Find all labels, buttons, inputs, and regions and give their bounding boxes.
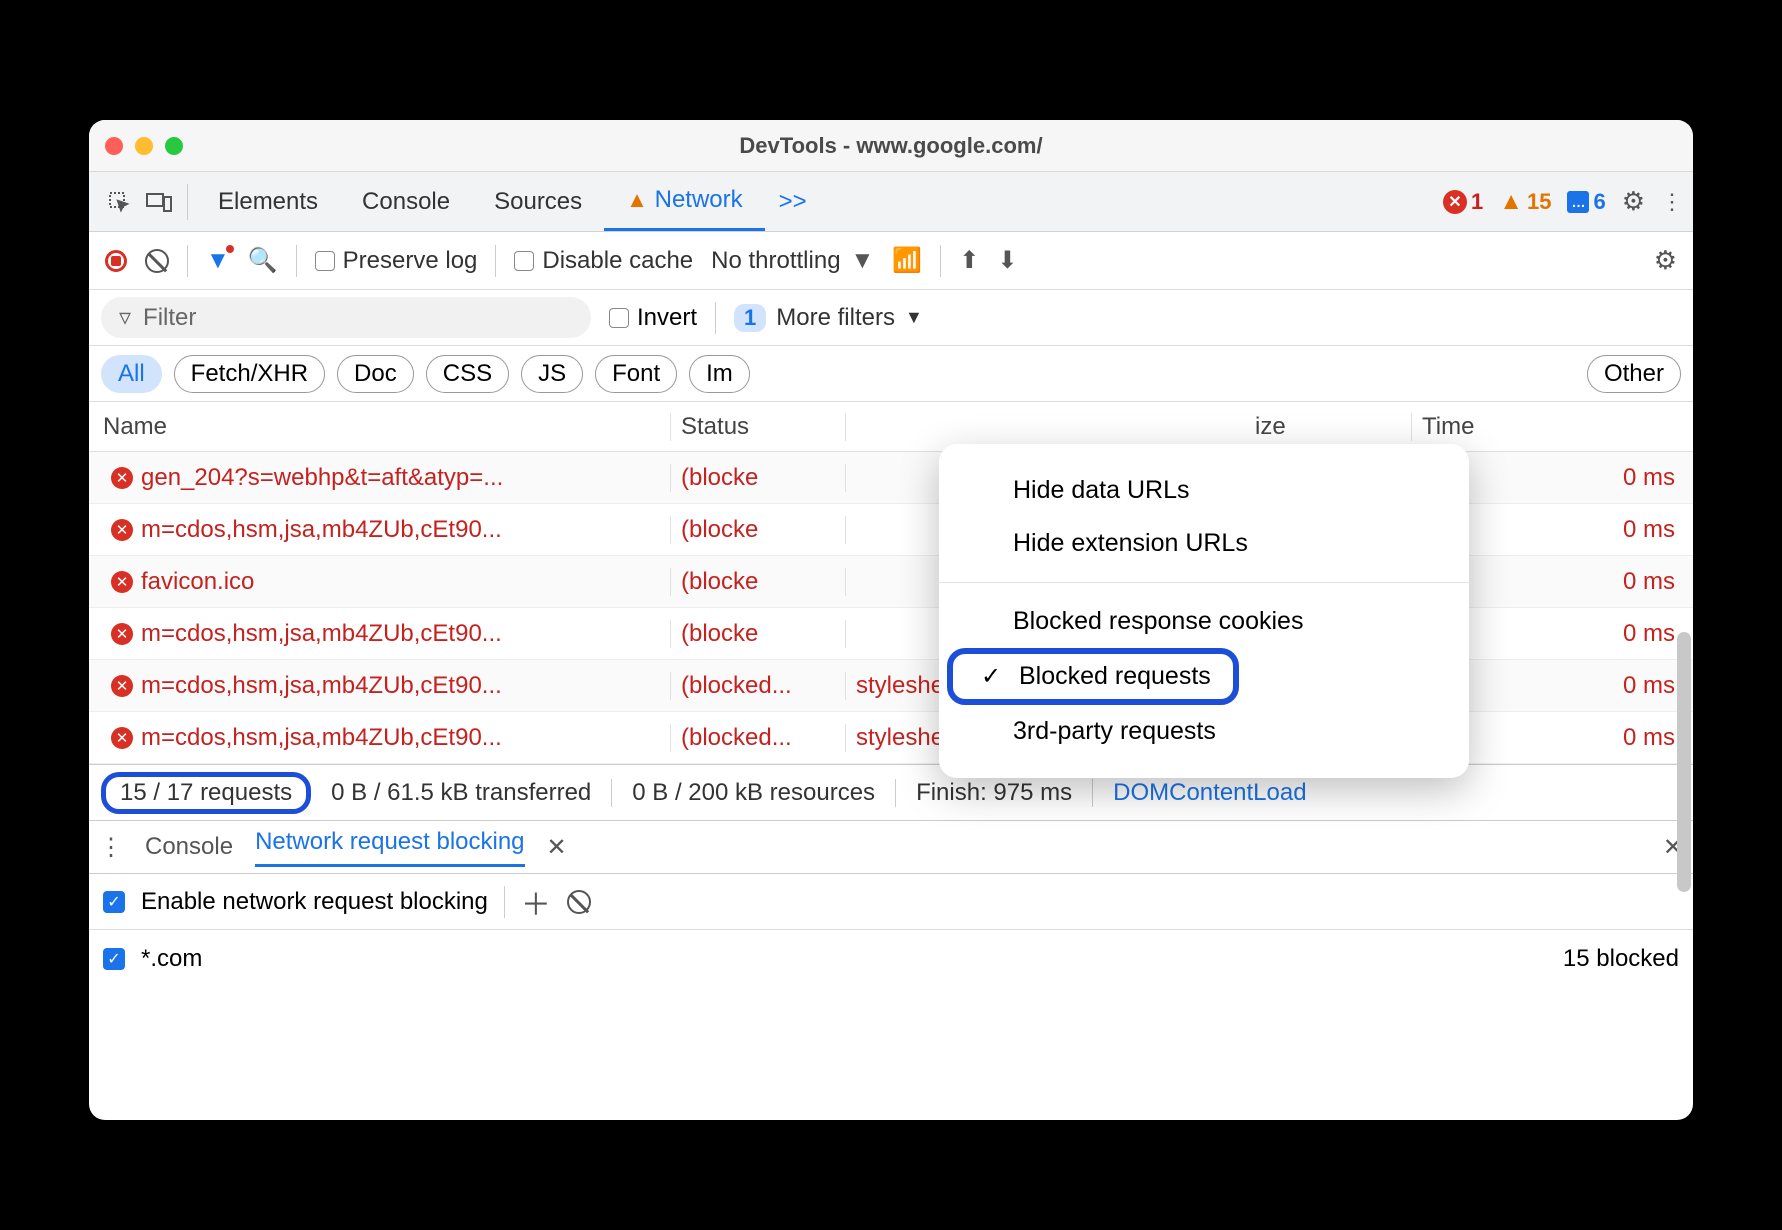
col-time[interactable]: Time <box>1412 413 1693 441</box>
preserve-log-toggle[interactable]: Preserve log <box>315 247 478 275</box>
drawer-kebab-icon[interactable]: ⋮ <box>99 833 123 862</box>
tab-console[interactable]: Console <box>340 172 472 231</box>
tab-network[interactable]: ▲ Network <box>604 172 764 231</box>
error-icon: ✕ <box>111 519 133 541</box>
enable-blocking-checkbox[interactable]: ✓ <box>103 891 125 913</box>
filter-toggle-icon[interactable]: ▼ <box>206 247 230 275</box>
device-icon[interactable] <box>139 191 179 213</box>
type-font[interactable]: Font <box>595 355 677 393</box>
drawer-tab-blocking[interactable]: Network request blocking <box>255 828 524 867</box>
type-all[interactable]: All <box>101 355 162 393</box>
blocking-toolbar: ✓ Enable network request blocking ＋ <box>89 874 1693 930</box>
drawer-tab-console[interactable]: Console <box>145 833 233 861</box>
inspect-icon[interactable] <box>99 190 139 214</box>
clear-patterns-icon[interactable] <box>567 890 591 914</box>
tab-sources[interactable]: Sources <box>472 172 604 231</box>
throttling-select[interactable]: No throttling▼ <box>711 247 874 275</box>
menu-blocked-cookies[interactable]: Blocked response cookies <box>939 595 1469 648</box>
tab-elements[interactable]: Elements <box>196 172 340 231</box>
blocked-count: 15 blocked <box>1563 945 1679 973</box>
add-pattern-icon[interactable]: ＋ <box>521 880 551 924</box>
error-icon: ✕ <box>111 623 133 645</box>
error-icon: ✕ <box>111 727 133 749</box>
menu-hide-extension-urls[interactable]: Hide extension URLs <box>939 517 1469 570</box>
enable-blocking-label: Enable network request blocking <box>141 888 488 916</box>
filter-input[interactable]: ▿ Filter <box>101 297 591 338</box>
type-doc[interactable]: Doc <box>337 355 414 393</box>
more-filters-menu: Hide data URLs Hide extension URLs Block… <box>939 444 1469 778</box>
drawer-tabbar: ⋮ Console Network request blocking ✕ ✕ <box>89 820 1693 874</box>
clear-button[interactable] <box>145 249 169 273</box>
message-counter[interactable]: …6 <box>1567 189 1605 215</box>
pattern-row[interactable]: ✓ *.com 15 blocked <box>89 930 1693 988</box>
record-button[interactable] <box>105 250 127 272</box>
invert-toggle[interactable]: Invert <box>609 304 697 332</box>
transferred: 0 B / 61.5 kB transferred <box>311 779 612 807</box>
type-js[interactable]: JS <box>521 355 583 393</box>
request-count: 15 / 17 requests <box>101 772 311 814</box>
pattern-checkbox[interactable]: ✓ <box>103 948 125 970</box>
domcontentloaded: DOMContentLoad <box>1093 779 1306 807</box>
main-tabbar: Elements Console Sources ▲ Network >> ✕1… <box>89 172 1693 232</box>
download-har-icon[interactable]: ⬇ <box>997 246 1017 275</box>
funnel-icon: ▿ <box>119 303 131 332</box>
type-css[interactable]: CSS <box>426 355 509 393</box>
titlebar: DevTools - www.google.com/ <box>89 120 1693 172</box>
type-filter-bar: All Fetch/XHR Doc CSS JS Font Im Other <box>89 346 1693 402</box>
type-img[interactable]: Im <box>689 355 750 393</box>
window-title: DevTools - www.google.com/ <box>89 133 1693 159</box>
pattern-text: *.com <box>141 945 202 973</box>
settings-icon[interactable]: ⚙ <box>1622 186 1645 217</box>
menu-blocked-requests[interactable]: Blocked requests <box>947 648 1239 705</box>
error-icon: ✕ <box>111 467 133 489</box>
warning-counter[interactable]: ▲15 <box>1499 188 1551 216</box>
devtools-window: DevTools - www.google.com/ Elements Cons… <box>89 120 1693 1120</box>
tabs-overflow[interactable]: >> <box>765 188 821 216</box>
disable-cache-toggle[interactable]: Disable cache <box>514 247 693 275</box>
error-icon: ✕ <box>111 675 133 697</box>
upload-har-icon[interactable]: ⬆ <box>959 246 979 275</box>
more-filters-dropdown[interactable]: 1 More filters ▼ <box>734 304 923 332</box>
type-fetch[interactable]: Fetch/XHR <box>174 355 325 393</box>
search-icon[interactable]: 🔍 <box>248 246 278 275</box>
filter-bar: ▿ Filter Invert 1 More filters ▼ <box>89 290 1693 346</box>
close-drawer-tab-icon[interactable]: ✕ <box>547 833 567 862</box>
network-toolbar: ▼ 🔍 Preserve log Disable cache No thrott… <box>89 232 1693 290</box>
error-counter[interactable]: ✕1 <box>1443 189 1483 215</box>
col-name[interactable]: Name <box>89 413 671 441</box>
kebab-menu-icon[interactable]: ⋮ <box>1661 189 1683 215</box>
col-status[interactable]: Status <box>671 413 846 441</box>
type-other[interactable]: Other <box>1587 355 1681 393</box>
warning-icon: ▲ <box>626 187 648 213</box>
network-settings-icon[interactable]: ⚙ <box>1654 245 1677 276</box>
error-icon: ✕ <box>111 571 133 593</box>
network-conditions-icon[interactable]: 📶 <box>892 246 922 275</box>
menu-3rd-party[interactable]: 3rd-party requests <box>939 705 1469 758</box>
scrollbar[interactable] <box>1677 632 1691 892</box>
menu-hide-data-urls[interactable]: Hide data URLs <box>939 464 1469 517</box>
col-size[interactable]: ize <box>1245 413 1412 441</box>
finish-time: Finish: 975 ms <box>896 779 1093 807</box>
separator <box>187 184 188 220</box>
resources: 0 B / 200 kB resources <box>612 779 896 807</box>
